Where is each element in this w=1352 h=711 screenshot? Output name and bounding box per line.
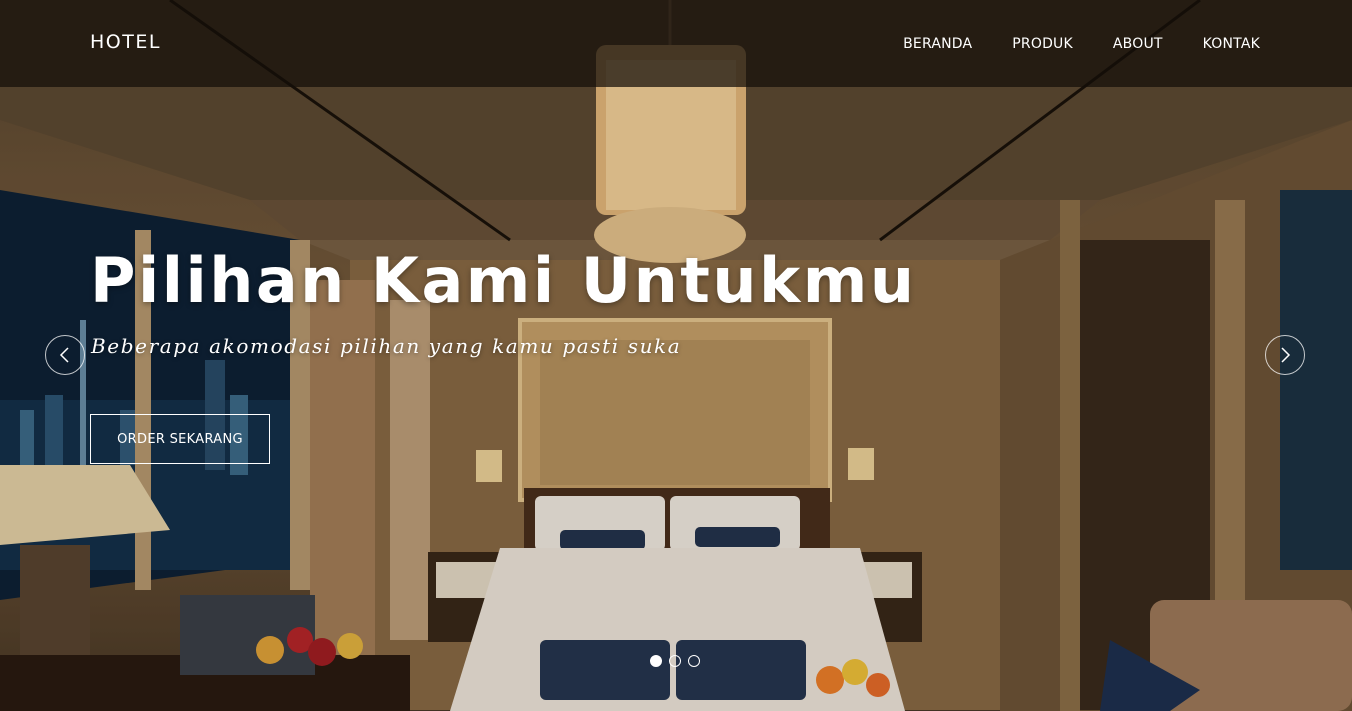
navbar: HOTEL BERANDA PRODUK ABOUT KONTAK: [0, 0, 1352, 87]
order-now-button[interactable]: ORDER SEKARANG: [90, 414, 270, 464]
brand-logo[interactable]: HOTEL: [90, 31, 161, 53]
carousel-indicator-3[interactable]: [688, 655, 700, 667]
carousel-title: Pilihan Kami Untukmu: [90, 244, 917, 317]
nav-item-beranda: BERANDA: [903, 33, 972, 52]
carousel-subtitle: Beberapa akomodasi pilihan yang kamu pas…: [91, 334, 682, 358]
nav-item-kontak: KONTAK: [1203, 33, 1260, 52]
carousel-indicators: [650, 655, 700, 667]
nav-link-kontak[interactable]: KONTAK: [1203, 36, 1260, 52]
nav-link-beranda[interactable]: BERANDA: [903, 36, 972, 52]
nav-menu: BERANDA PRODUK ABOUT KONTAK: [903, 33, 1260, 52]
nav-item-about: ABOUT: [1113, 33, 1163, 52]
carousel-prev-button[interactable]: [45, 335, 85, 375]
carousel-indicator-1[interactable]: [650, 655, 662, 667]
nav-item-produk: PRODUK: [1012, 33, 1073, 52]
carousel-indicator-2[interactable]: [669, 655, 681, 667]
chevron-right-icon: [1281, 347, 1291, 363]
nav-link-about[interactable]: ABOUT: [1113, 36, 1163, 52]
carousel-next-button[interactable]: [1265, 335, 1305, 375]
chevron-left-icon: [59, 347, 69, 363]
nav-link-produk[interactable]: PRODUK: [1012, 36, 1073, 52]
